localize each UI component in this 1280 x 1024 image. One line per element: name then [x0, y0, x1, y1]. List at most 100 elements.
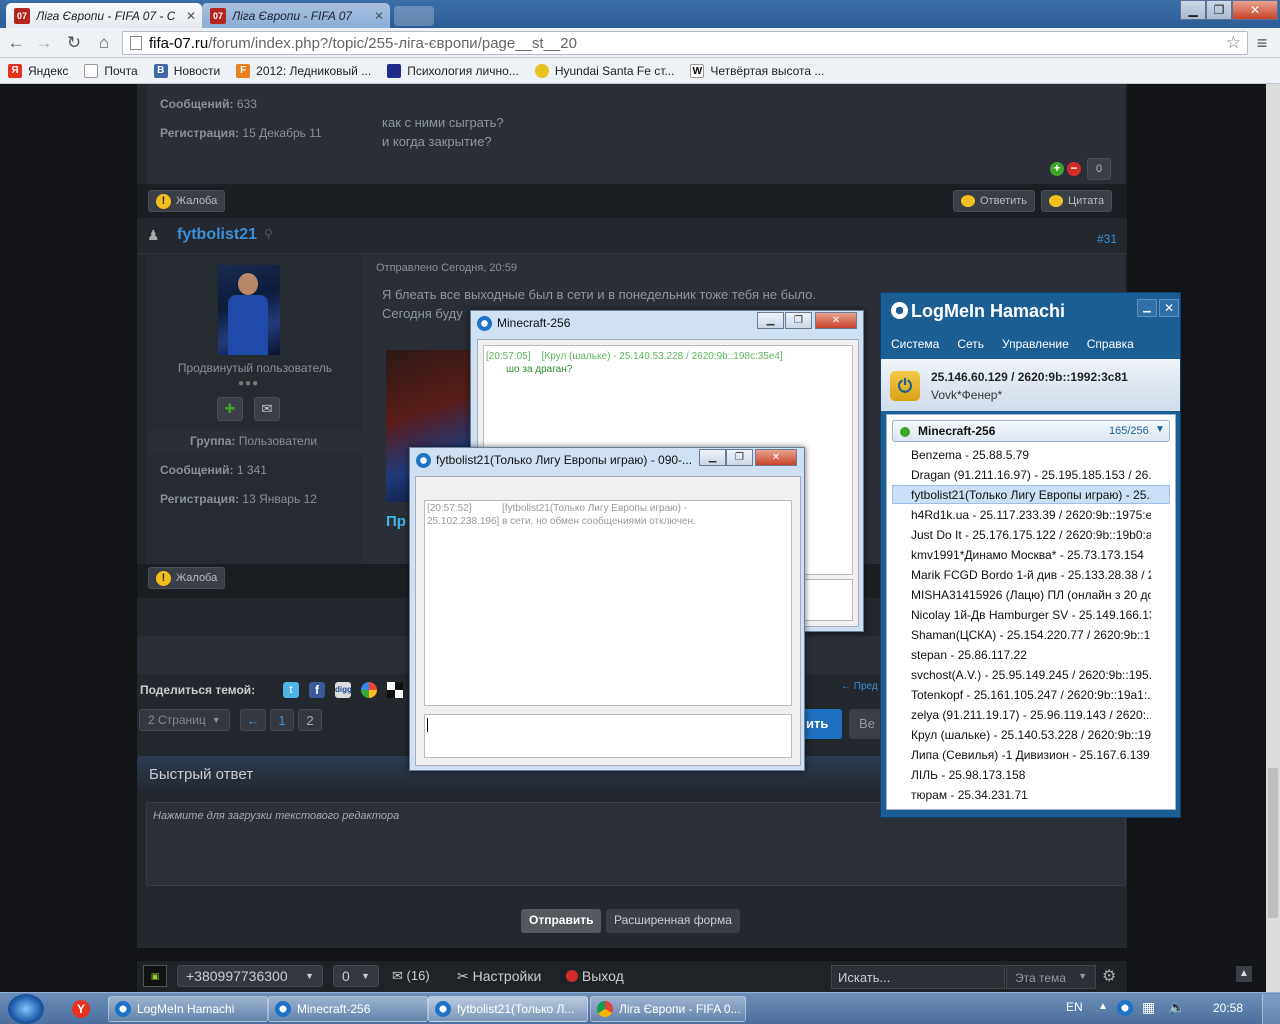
tray-expand-icon[interactable]: ▲ — [1098, 1001, 1108, 1012]
pages-dropdown[interactable]: 2 Страниц ▼ — [139, 709, 230, 731]
menu-sistema[interactable]: Система — [891, 337, 939, 351]
bookmark-yandex[interactable]: Я Яндекс — [8, 63, 68, 78]
twitter-icon[interactable]: t — [283, 682, 299, 698]
bookmark-chetvertaya[interactable]: W Четвёртая высота ... — [690, 63, 824, 78]
digg-icon[interactable]: digg — [335, 682, 352, 698]
taskbar-hamachi[interactable]: LogMeIn Hamachi — [108, 996, 268, 1022]
back-arrow-icon[interactable]: ← — [6, 33, 26, 53]
page-scrollbar[interactable] — [1266, 84, 1280, 992]
peer-item[interactable]: Dragan (91.211.16.97) - 25.195.185.153 /… — [911, 468, 1151, 482]
report-button[interactable]: ! Жалоба — [148, 190, 226, 212]
close-tab-icon[interactable]: ✕ — [368, 9, 384, 23]
network-tray-icon[interactable]: ▦ — [1142, 999, 1155, 1016]
close-button[interactable]: ✕ — [755, 449, 797, 466]
close-tab-icon[interactable]: ✕ — [180, 9, 196, 23]
peer-item[interactable]: тюрам - 25.34.231.71 — [911, 788, 1151, 802]
hamachi-tray-icon[interactable] — [1117, 1000, 1133, 1016]
reply-button[interactable]: Ответить — [953, 190, 1036, 212]
forward-arrow-icon[interactable]: → — [34, 33, 54, 53]
clock[interactable]: 20:58 — [1213, 1001, 1243, 1015]
peer-item[interactable]: h4Rd1k.ua - 25.117.233.39 / 2620:9b::197… — [911, 508, 1151, 522]
peer-item[interactable]: MISHA31415926 (Лацю) ПЛ (онлайн з 20 до … — [911, 588, 1151, 602]
peer-item[interactable]: Крул (шальке) - 25.140.53.228 / 2620:9b:… — [911, 728, 1151, 742]
bookmark-novosti[interactable]: В Новости — [153, 63, 220, 78]
scrollbar-thumb[interactable] — [1268, 768, 1278, 918]
peer-item[interactable]: Benzema - 25.88.5.79 — [911, 448, 1151, 462]
rep-minus-icon[interactable]: − — [1067, 162, 1081, 176]
search-input[interactable]: Искать... — [831, 965, 1005, 989]
rep-plus-icon[interactable]: + — [1050, 162, 1064, 176]
scroll-top-icon[interactable]: ▲ — [1236, 966, 1252, 982]
report-button[interactable]: ! Жалоба — [148, 567, 226, 589]
delicious-icon[interactable] — [387, 682, 403, 698]
post-number[interactable]: #31 — [1097, 232, 1117, 246]
maximize-window-button[interactable]: ❐ — [1206, 0, 1232, 20]
user-menu-dropdown[interactable]: +380997736300 ▼ — [177, 965, 323, 987]
maximize-button[interactable]: ❐ — [726, 449, 753, 466]
search-scope-dropdown[interactable]: Эта тема ▼ — [1006, 965, 1096, 989]
peer-item[interactable]: Just Do It - 25.176.175.122 / 2620:9b::1… — [911, 528, 1151, 542]
bookmark-pochta[interactable]: Почта — [84, 63, 138, 78]
minimize-button[interactable]: ▁ — [757, 312, 784, 329]
new-topic-button[interactable]: Ве — [849, 709, 881, 739]
minimize-button[interactable]: ▁ — [1137, 299, 1157, 317]
peer-item[interactable]: stepan - 25.86.117.22 — [911, 648, 1151, 662]
close-window-button[interactable]: ✕ — [1232, 0, 1278, 20]
power-button-icon[interactable]: ⏻ — [890, 371, 920, 401]
language-indicator[interactable]: EN — [1066, 1000, 1083, 1014]
peer-item[interactable]: Липа (Севилья) -1 Дивизион - 25.167.6.13… — [911, 748, 1151, 762]
post-author[interactable]: fytbolist21 — [177, 226, 257, 244]
minimize-window-button[interactable]: ▁ — [1180, 0, 1206, 20]
quote-button[interactable]: Цитата — [1041, 190, 1113, 212]
bookmark-psihologiya[interactable]: Психология лично... — [387, 63, 519, 78]
peer-item[interactable]: fytbolist21(Только Лигу Европы играю) - … — [911, 488, 1151, 502]
reload-icon[interactable]: ↻ — [64, 33, 84, 53]
peer-item[interactable]: Shaman(ЦСКА) - 25.154.220.77 / 2620:9b::… — [911, 628, 1151, 642]
address-bar[interactable]: fifa-07.ru/forum/index.php?/topic/255-лі… — [122, 31, 1248, 55]
avatar[interactable] — [218, 265, 280, 355]
network-header[interactable]: Minecraft-256 165/256 ▼ — [892, 420, 1170, 442]
menu-icon[interactable]: ≡ — [1252, 33, 1272, 53]
taskbar-minecraft[interactable]: Minecraft-256 — [268, 996, 428, 1022]
peer-item[interactable]: Totenkopf - 25.161.105.247 / 2620:9b::19… — [911, 688, 1151, 702]
bookmark-2012[interactable]: F 2012: Ледниковый ... — [236, 63, 371, 78]
site-logo-icon[interactable]: ▣ — [143, 965, 167, 987]
prev-topic-link[interactable]: ← Пред — [841, 681, 878, 692]
chat-input[interactable] — [424, 714, 792, 758]
facebook-icon[interactable]: f — [309, 682, 325, 698]
messages-link[interactable]: ✉ (16) — [392, 968, 430, 984]
new-tab-button[interactable] — [394, 6, 434, 26]
menu-spravka[interactable]: Справка — [1087, 337, 1134, 351]
tab-liga-evropy-2[interactable]: 07 Ліга Європи - FIFA 07 ✕ — [202, 3, 390, 28]
logout-link[interactable]: Выход — [566, 968, 624, 984]
chevron-down-icon[interactable]: ▼ — [1155, 424, 1165, 435]
send-message-icon[interactable]: ✉ — [254, 397, 280, 421]
taskbar-private-chat[interactable]: fytbolist21(Только Л... — [428, 996, 588, 1022]
peer-item[interactable]: Marik FCGD Bordo 1-й див - 25.133.28.38 … — [911, 568, 1151, 582]
pager-prev[interactable]: ← — [240, 709, 266, 731]
bookmark-hyundai[interactable]: Hyundai Santa Fe ст... — [534, 63, 674, 78]
peer-item[interactable]: zelya (91.211.19.17) - 25.96.119.143 / 2… — [911, 708, 1151, 722]
volume-icon[interactable]: 🔈 — [1168, 999, 1185, 1016]
bookmark-star-icon[interactable]: ☆ — [1226, 33, 1241, 53]
peer-item[interactable]: ЛІЛЬ - 25.98.173.158 — [911, 768, 1151, 782]
send-button[interactable]: Отправить — [521, 909, 602, 933]
pager-page-1[interactable]: 1 — [270, 709, 294, 731]
tab-liga-evropy-1[interactable]: 07 Ліга Європи - FIFA 07 - С ✕ — [6, 3, 202, 28]
close-button[interactable]: ✕ — [1159, 299, 1179, 317]
close-button[interactable]: ✕ — [815, 312, 857, 329]
advanced-form-button[interactable]: Расширенная форма — [606, 909, 740, 933]
home-icon[interactable]: ⌂ — [94, 33, 114, 53]
taskbar-chrome[interactable]: Ліга Європи - FIFA 0... — [590, 996, 746, 1022]
add-friend-icon[interactable]: ✚ — [217, 397, 243, 421]
show-desktop-button[interactable] — [1262, 994, 1280, 1024]
menu-upravlenie[interactable]: Управление — [1002, 337, 1069, 351]
notifications-dropdown[interactable]: 0 ▼ — [333, 965, 379, 987]
maximize-button[interactable]: ❐ — [785, 312, 812, 329]
google-buzz-icon[interactable] — [361, 682, 377, 698]
start-button-icon[interactable] — [8, 994, 44, 1024]
add-reply-button[interactable]: ить — [800, 709, 842, 739]
yandex-icon[interactable]: Y — [72, 1000, 90, 1018]
minimize-button[interactable]: ▁ — [699, 449, 726, 466]
peer-item[interactable]: Nicolay 1й-Дв Hamburger SV - 25.149.166.… — [911, 608, 1151, 622]
